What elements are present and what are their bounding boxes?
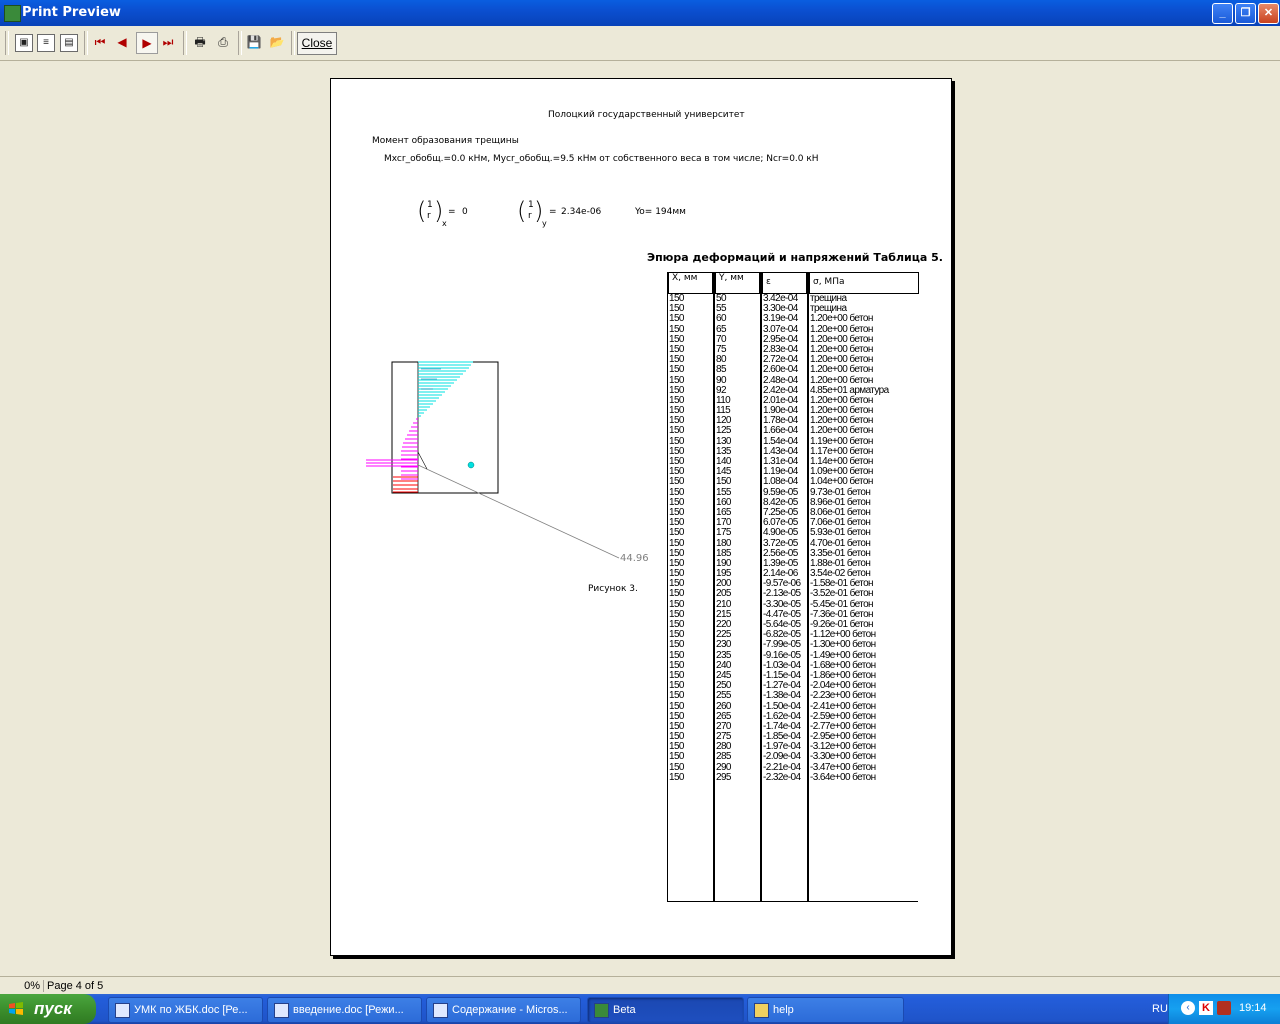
university-title: Полоцкий государственный университет	[548, 110, 745, 120]
diagram-value-label: 44.96	[620, 553, 649, 564]
table-values-y: 50 55 60 65 70 75 80 85 90 92 110 115 120 125 130 135 14…	[716, 293, 731, 783]
one-page-icon[interactable]: ▣	[15, 34, 33, 52]
browser-icon	[433, 1003, 448, 1018]
table-bottom-rule	[808, 901, 918, 902]
task-umk[interactable]: УМК по ЖБК.doc [Ре...	[108, 997, 263, 1023]
windows-flag-icon	[9, 1002, 23, 1015]
zoom-icon[interactable]: ▤	[60, 34, 78, 52]
table-cell: -1.38e-04	[763, 690, 801, 702]
task-soderzhanie[interactable]: Содержание - Micros...	[426, 997, 581, 1023]
toolbar: ▣ ≡ ▤ ⏮ ◀ ▶ ⏭ 🖶 ⎙ 💾 📂	[0, 26, 1280, 61]
table-cell: -2.23e+00 бетон	[810, 690, 876, 702]
table-cell: 150	[669, 364, 684, 376]
window-title: Print Preview	[22, 5, 121, 20]
separator	[238, 31, 242, 55]
table-cell: 1.20e+00 бетон	[810, 364, 873, 376]
two-pages-icon[interactable]: ≡	[37, 34, 55, 52]
task-vvedenie[interactable]: введение.doc [Режи...	[267, 997, 422, 1023]
table-values-sigma: трещина трещина 1.20e+00 бетон 1.20e+00 бет…	[810, 293, 889, 783]
chevron-left-icon[interactable]: ‹	[1181, 1001, 1195, 1015]
print-icon[interactable]: ⎙	[213, 32, 233, 52]
clock[interactable]: 19:14	[1239, 1002, 1267, 1014]
table-header-sigma: σ, МПа	[809, 272, 919, 294]
toolbar-grip	[5, 31, 9, 55]
leader-line	[417, 464, 620, 559]
prev-page-icon[interactable]: ◀	[112, 32, 132, 52]
save-icon[interactable]: 💾	[244, 32, 264, 52]
table-cell: 2.60e-04	[763, 364, 798, 376]
neutral-axis-marker	[417, 451, 428, 470]
system-tray: ‹ K 19:14	[1168, 994, 1280, 1024]
word-doc-icon	[274, 1003, 289, 1018]
table-cell: 175	[716, 527, 731, 539]
taskbar: пуск УМК по ЖБК.doc [Ре... введение.doc …	[0, 994, 1280, 1024]
table-values-eps: 3.42e-04 3.30e-04 3.19e-04 3.07e-04 2.95e-04…	[763, 293, 801, 783]
table-col-sigma	[808, 272, 809, 902]
table-header-x: X, мм	[668, 272, 713, 294]
stress-strain-table: X, мм Y, мм ε σ, МПа 150 150 150 150 150 150 1…	[667, 272, 919, 903]
center-point	[467, 461, 475, 469]
table-title: Эпюра деформаций и напряжений Таблица 5.	[647, 251, 943, 264]
tray-app-icon[interactable]	[1217, 1001, 1231, 1015]
table-cell: 4.90e-05	[763, 527, 798, 539]
next-page-icon[interactable]: ▶	[136, 32, 158, 54]
table-values-x: 150 150 150 150 150 150 150 150 150 150 150 150 150 1…	[669, 293, 684, 783]
separator	[84, 31, 88, 55]
task-help[interactable]: help	[747, 997, 904, 1023]
task-beta[interactable]: Beta	[587, 997, 744, 1023]
language-indicator[interactable]: RU	[1152, 1003, 1168, 1015]
table-cell: 295	[716, 771, 731, 783]
section-heading: Момент образования трещины	[372, 136, 519, 146]
start-button[interactable]: пуск	[0, 994, 96, 1024]
moments-line: Mxcr_обобщ.=0.0 кНм, Mycr_обобщ.=9.5 кНм…	[384, 154, 819, 164]
compression-zone	[401, 418, 418, 480]
antivirus-icon[interactable]: K	[1199, 1001, 1213, 1015]
figure-caption: Рисунок 3.	[588, 584, 638, 594]
table-cell: 150	[669, 771, 684, 783]
zoom-level: 0%	[24, 980, 40, 992]
table-cell: -2.32e-04	[763, 771, 801, 783]
status-bar: 0% Page 4 of 5	[0, 976, 1280, 995]
close-button[interactable]: Close	[297, 32, 337, 55]
open-icon[interactable]: 📂	[267, 32, 287, 52]
separator	[183, 31, 187, 55]
print-setup-icon[interactable]: 🖶	[190, 32, 210, 52]
table-cell: -3.64e+00 бетон	[810, 771, 876, 783]
start-label: пуск	[34, 999, 72, 1018]
table-cell: 5.93e-01 бетон	[810, 527, 871, 539]
folder-icon	[754, 1003, 769, 1018]
neutral-axis-y0: Yo= 194мм	[635, 207, 686, 217]
section-outline	[391, 361, 499, 494]
table-cell: 150	[669, 690, 684, 702]
minimize-button[interactable]: _	[1212, 3, 1233, 24]
title-bar: Print Preview _ ❐ ✕	[0, 0, 1280, 26]
stress-strain-diagram	[366, 361, 620, 559]
table-cell: 255	[716, 690, 731, 702]
table-header-eps: ε	[762, 272, 807, 294]
separator	[291, 31, 295, 55]
app-icon	[4, 5, 21, 22]
word-doc-icon	[115, 1003, 130, 1018]
table-cell: 85	[716, 364, 727, 376]
restore-button[interactable]: ❐	[1235, 3, 1256, 24]
preview-page: Полоцкий государственный университет Мом…	[330, 78, 952, 956]
table-cell: 150	[669, 527, 684, 539]
first-page-icon[interactable]: ⏮	[90, 32, 110, 52]
app-icon	[594, 1003, 609, 1018]
last-page-icon[interactable]: ⏭	[158, 32, 178, 52]
close-window-button[interactable]: ✕	[1258, 3, 1279, 24]
page-indicator: Page 4 of 5	[43, 980, 103, 992]
table-header-y: Y, мм	[715, 272, 760, 294]
curvature-y-value: 2.34e-06	[561, 207, 602, 217]
